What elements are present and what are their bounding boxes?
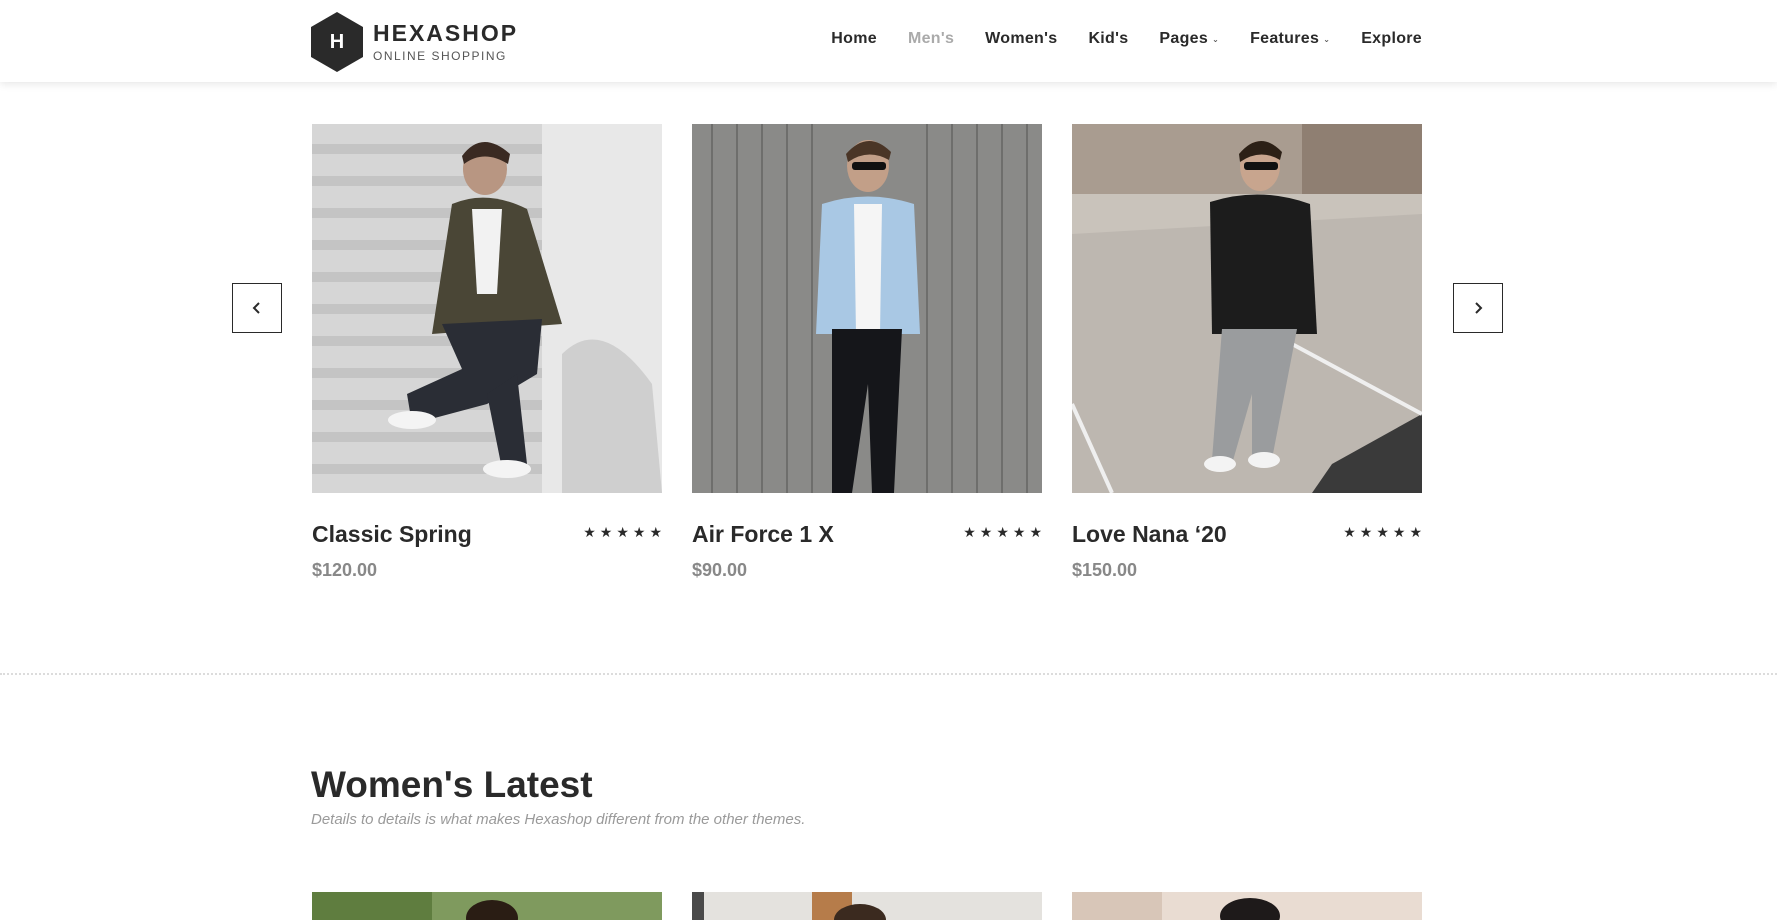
product-card[interactable]: Classic Spring ★ ★ ★ ★ ★ $120.00 — [312, 124, 662, 580]
nav-label: Home — [831, 30, 877, 47]
section-subtitle: Details to details is what makes Hexasho… — [311, 811, 806, 828]
product-image[interactable] — [312, 892, 662, 920]
main-nav: Home Men's Women's Kid's Pages ⌄ Features… — [800, 30, 1422, 48]
nav-explore[interactable]: Explore — [1361, 30, 1422, 48]
brand-tagline: ONLINE SHOPPING — [373, 49, 507, 63]
star-icon: ★ — [1392, 524, 1406, 540]
section-divider — [0, 673, 1777, 675]
product-image[interactable] — [692, 124, 1042, 493]
nav-label: Women's — [985, 30, 1058, 47]
star-icon: ★ — [1029, 524, 1042, 540]
star-icon: ★ — [1359, 524, 1373, 540]
brand-text: HEXASHOP ONLINE SHOPPING — [373, 20, 518, 64]
star-icon: ★ — [1376, 524, 1389, 540]
product-card[interactable]: Love Nana ‘20 ★ ★ ★ ★ ★ $150.00 — [1072, 124, 1422, 580]
product-photo — [312, 892, 662, 920]
star-icon: ★ — [649, 524, 662, 540]
product-title[interactable]: Air Force 1 X — [692, 521, 834, 548]
star-icon: ★ — [632, 524, 646, 540]
star-icon: ★ — [1343, 524, 1356, 540]
nav-label: Explore — [1361, 30, 1422, 47]
star-icon: ★ — [616, 524, 629, 540]
nav-label: Men's — [907, 30, 955, 47]
star-icon: ★ — [599, 524, 613, 540]
product-rating: ★ ★ ★ ★ ★ — [583, 525, 662, 539]
brand-logo[interactable]: H HEXASHOP ONLINE SHOPPING — [311, 12, 518, 72]
product-rating: ★ ★ ★ ★ ★ — [963, 525, 1042, 539]
star-icon: ★ — [996, 524, 1009, 540]
product-photo — [1072, 892, 1422, 920]
product-photo — [1072, 124, 1422, 493]
chevron-down-icon: ⌄ — [1323, 34, 1331, 44]
nav-womens[interactable]: Women's — [985, 30, 1057, 48]
product-price: $90.00 — [692, 560, 748, 580]
section-title: Women's Latest — [311, 764, 593, 805]
carousel-prev-button[interactable] — [232, 283, 282, 333]
chevron-down-icon: ⌄ — [1212, 34, 1220, 44]
nav-pages[interactable]: Pages ⌄ — [1159, 30, 1219, 48]
nav-mens[interactable]: Men's — [908, 30, 954, 48]
nav-label: Kid's — [1088, 30, 1129, 47]
nav-label: Pages — [1159, 30, 1209, 47]
product-image[interactable] — [692, 892, 1042, 920]
product-title[interactable]: Classic Spring — [312, 521, 472, 548]
nav-home[interactable]: Home — [831, 30, 877, 48]
product-photo — [692, 892, 1042, 920]
product-photo — [692, 124, 1042, 493]
chevron-left-icon — [252, 302, 260, 314]
product-price: $120.00 — [312, 560, 378, 580]
product-price: $150.00 — [1072, 560, 1138, 580]
nav-kids[interactable]: Kid's — [1088, 30, 1128, 48]
product-image[interactable] — [1072, 124, 1422, 493]
hexagon-logo-icon: H — [311, 12, 363, 72]
chevron-right-icon — [1475, 302, 1483, 314]
product-image[interactable] — [1072, 892, 1422, 920]
product-rating: ★ ★ ★ ★ ★ — [1343, 525, 1422, 539]
star-icon: ★ — [583, 524, 596, 540]
site-header: H HEXASHOP ONLINE SHOPPING Home Men's Wo… — [0, 0, 1777, 82]
product-card[interactable]: Air Force 1 X ★ ★ ★ ★ ★ $90.00 — [692, 124, 1042, 580]
star-icon: ★ — [1012, 524, 1026, 540]
product-photo — [312, 124, 662, 493]
carousel-next-button[interactable] — [1453, 283, 1503, 333]
nav-label: Features — [1250, 30, 1320, 47]
brand-name: HEXASHOP — [373, 20, 519, 46]
product-title[interactable]: Love Nana ‘20 — [1072, 521, 1227, 548]
nav-features[interactable]: Features ⌄ — [1250, 30, 1330, 48]
star-icon: ★ — [979, 524, 993, 540]
star-icon: ★ — [963, 524, 976, 540]
star-icon: ★ — [1409, 524, 1422, 540]
product-image[interactable] — [312, 124, 662, 493]
